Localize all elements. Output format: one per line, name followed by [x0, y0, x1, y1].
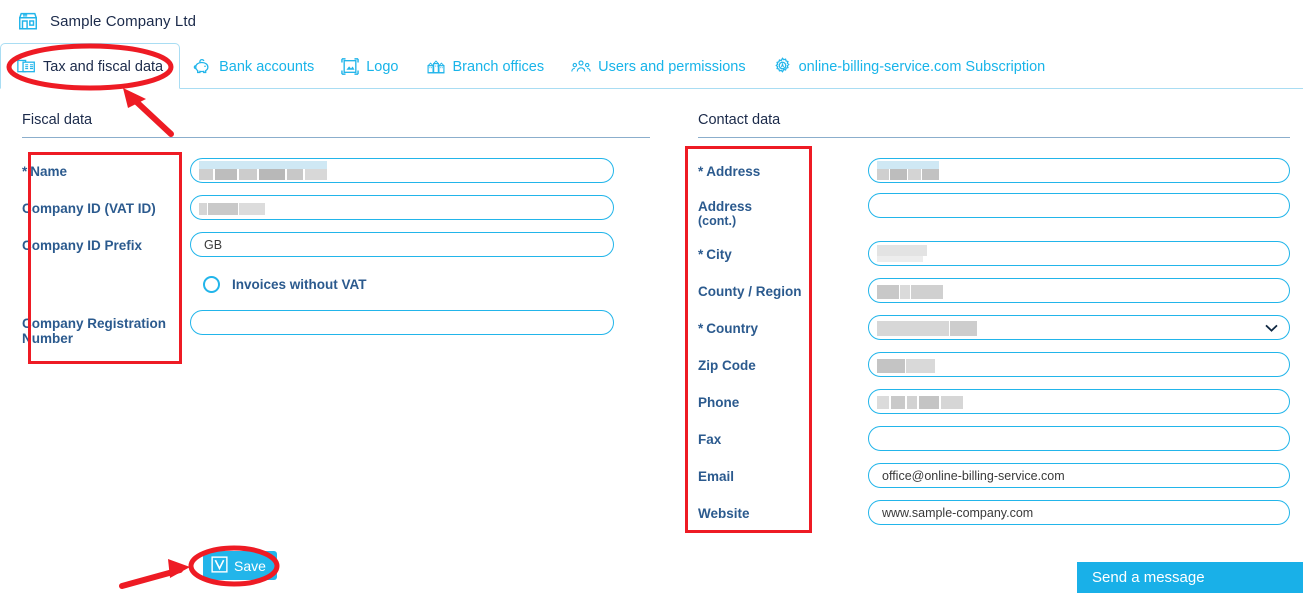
field-row-zip-code: Zip Code: [698, 352, 1290, 377]
label-address-cont-sub: (cont.): [698, 214, 737, 228]
section-divider: [22, 137, 650, 138]
section-divider: [698, 137, 1290, 138]
buildings-icon: [426, 58, 446, 75]
redaction-blur: [877, 359, 935, 373]
required-marker: *: [698, 164, 704, 179]
input-city[interactable]: [868, 241, 1290, 266]
tab-label: Tax and fiscal data: [43, 58, 164, 75]
redaction-blur: [199, 161, 327, 180]
label-company-registration-number: Company Registration Number: [22, 316, 167, 346]
save-button[interactable]: Save: [203, 551, 277, 580]
send-a-message-button[interactable]: Send a message: [1077, 562, 1303, 593]
input-company-id-prefix[interactable]: GB: [190, 232, 614, 257]
tax-documents-icon: [17, 58, 36, 75]
fiscal-data-section: Fiscal data * Name Company ID (VAT ID) C…: [22, 112, 650, 346]
contact-section-title: Contact data: [698, 112, 781, 128]
invoices-without-vat-checkbox[interactable]: [203, 276, 220, 293]
field-row-address: * Address: [698, 158, 1290, 183]
input-county-region[interactable]: [868, 278, 1290, 303]
label-company-id: Company ID (VAT ID): [22, 201, 156, 216]
save-button-label: Save: [234, 557, 266, 574]
required-marker: *: [698, 247, 704, 262]
tab-label: Logo: [366, 58, 399, 75]
label-fax: Fax: [698, 432, 722, 447]
field-row-county-region: County / Region: [698, 278, 1290, 303]
field-row-website: Website www.sample-company.com: [698, 500, 1290, 525]
field-row-phone: Phone: [698, 389, 1290, 414]
checkbox-check-icon: [211, 555, 228, 576]
input-phone[interactable]: [868, 389, 1290, 414]
tab-label: Bank accounts: [219, 58, 315, 75]
input-zip-code[interactable]: [868, 352, 1290, 377]
label-email: Email: [698, 469, 735, 484]
label-city: * City: [698, 247, 732, 262]
label-address: * Address: [698, 164, 761, 179]
field-row-city: * City: [698, 241, 1290, 266]
input-website-value: www.sample-company.com: [882, 505, 1034, 520]
label-name: * Name: [22, 164, 68, 179]
company-header: Sample Company Ltd: [0, 0, 1303, 42]
label-phone: Phone: [698, 395, 740, 410]
app-root: Sample Company Ltd Tax and fiscal data B…: [0, 0, 1303, 593]
input-fax[interactable]: [868, 426, 1290, 451]
tab-branch-offices[interactable]: Branch offices: [413, 43, 559, 89]
tab-label: Branch offices: [452, 58, 545, 75]
input-email[interactable]: office@online-billing-service.com: [868, 463, 1290, 488]
tab-bank-accounts[interactable]: Bank accounts: [180, 43, 328, 89]
tab-tax-and-fiscal-data[interactable]: Tax and fiscal data: [0, 43, 181, 89]
label-country: * Country: [698, 321, 759, 336]
tab-users-and-permissions[interactable]: Users and permissions: [558, 43, 759, 89]
label-company-id-prefix: Company ID Prefix: [22, 238, 143, 253]
redaction-blur: [877, 161, 939, 180]
shop-icon: [17, 10, 39, 32]
gear-icon: [773, 57, 792, 75]
redaction-blur: [877, 245, 927, 262]
label-county-region: County / Region: [698, 284, 802, 299]
required-marker: *: [698, 321, 704, 336]
piggy-bank-icon: [193, 58, 212, 75]
input-address[interactable]: [868, 158, 1290, 183]
chevron-down-icon[interactable]: [1265, 321, 1278, 335]
save-pointer-arrow: [118, 556, 208, 592]
field-row-email: Email office@online-billing-service.com: [698, 463, 1290, 488]
fiscal-section-title: Fiscal data: [22, 112, 93, 128]
send-a-message-label: Send a message: [1092, 569, 1205, 586]
redaction-blur: [877, 321, 977, 336]
company-name: Sample Company Ltd: [50, 12, 197, 30]
invoices-without-vat-label: Invoices without VAT: [232, 277, 367, 292]
input-website[interactable]: www.sample-company.com: [868, 500, 1290, 525]
input-company-id[interactable]: [190, 195, 614, 220]
contact-data-section: Contact data * Address Address (cont.) *…: [698, 112, 1290, 525]
required-marker: *: [22, 164, 28, 179]
tab-logo[interactable]: Logo: [328, 43, 412, 89]
select-country[interactable]: [868, 315, 1290, 340]
input-name[interactable]: [190, 158, 614, 183]
field-row-address-cont: Address (cont.): [698, 193, 1290, 229]
field-row-company-registration-number: Company Registration Number: [22, 310, 650, 346]
input-company-registration-number[interactable]: [190, 310, 614, 335]
users-group-icon: [571, 58, 591, 75]
label-address-cont: Address (cont.): [698, 193, 868, 229]
redaction-blur: [877, 285, 943, 299]
label-zip-code: Zip Code: [698, 358, 756, 373]
image-frame-icon: [341, 57, 360, 75]
tab-bar: Tax and fiscal data Bank accounts Logo B…: [0, 43, 1303, 89]
redaction-blur: [199, 203, 265, 215]
field-row-fax: Fax: [698, 426, 1290, 451]
input-company-id-prefix-value: GB: [204, 237, 223, 252]
input-email-value: office@online-billing-service.com: [882, 468, 1065, 483]
redaction-blur: [877, 396, 963, 409]
label-website: Website: [698, 506, 750, 521]
tab-subscription[interactable]: online-billing-service.com Subscription: [760, 43, 1060, 89]
field-row-company-id: Company ID (VAT ID): [22, 195, 650, 220]
invoices-without-vat-row[interactable]: Invoices without VAT: [203, 276, 650, 293]
tab-label: Users and permissions: [598, 58, 746, 75]
input-address-cont[interactable]: [868, 193, 1290, 218]
field-row-name: * Name: [22, 158, 650, 183]
field-row-company-id-prefix: Company ID Prefix GB: [22, 232, 650, 257]
tab-label: online-billing-service.com Subscription: [798, 58, 1046, 75]
field-row-country: * Country: [698, 315, 1290, 340]
